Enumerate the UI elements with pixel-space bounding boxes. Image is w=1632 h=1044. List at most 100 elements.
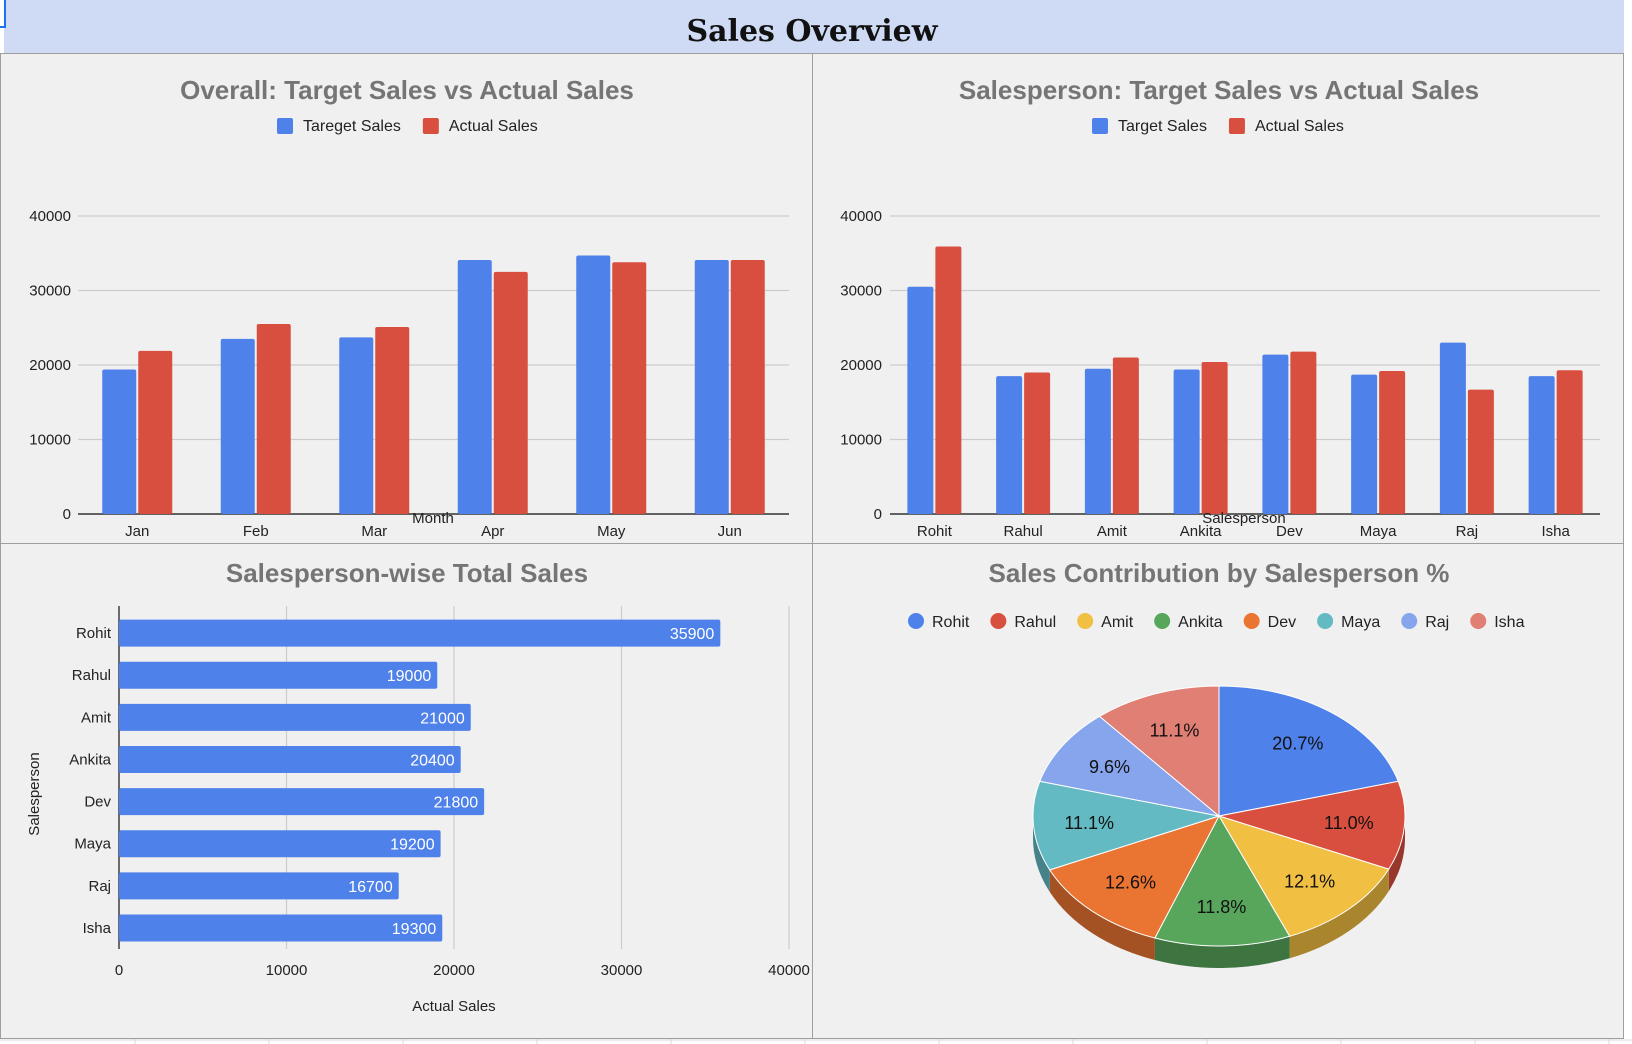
data-label: 16700 (348, 879, 393, 896)
x-tick-label: 30000 (601, 962, 643, 979)
bar-actual-feb[interactable] (256, 324, 291, 514)
x-tick-label: Isha (1541, 523, 1570, 540)
dashboard-title-bar[interactable]: Sales Overview (4, 0, 1624, 54)
bar-total-dev[interactable] (119, 788, 485, 816)
legend-label[interactable]: Tareget Sales (303, 118, 401, 135)
bar-target-feb[interactable] (220, 338, 255, 514)
bar-target-raj[interactable] (1439, 342, 1466, 514)
x-tick-label: Apr (481, 523, 504, 540)
x-tick-label: Rohit (917, 523, 953, 540)
chart-title: Salesperson-wise Total Sales (226, 558, 588, 588)
chart-2-canvas: Salesperson: Target Sales vs Actual Sale… (840, 75, 1600, 540)
legend-swatch (990, 613, 1007, 629)
legend-label[interactable]: Target Sales (1118, 118, 1207, 135)
bar-actual-apr[interactable] (493, 271, 528, 514)
y-tick-label: 40000 (29, 208, 71, 225)
bar-actual-amit[interactable] (1112, 357, 1139, 514)
data-label: 20400 (410, 752, 455, 769)
bar-total-amit[interactable] (119, 703, 471, 731)
bar-actual-jun[interactable] (730, 259, 765, 514)
legend-label[interactable]: Actual Sales (1255, 118, 1344, 135)
bar-target-apr[interactable] (457, 259, 492, 514)
bar-target-may[interactable] (576, 255, 611, 515)
bar-target-rahul[interactable] (996, 376, 1023, 514)
bar-target-isha[interactable] (1528, 376, 1555, 514)
legend-label[interactable]: Raj (1425, 614, 1449, 631)
legend-swatch (1243, 613, 1260, 629)
bar-target-rohit[interactable] (907, 286, 934, 514)
bar-actual-mar[interactable] (375, 327, 410, 514)
data-label: 21000 (420, 710, 465, 727)
pie-value-label: 12.1% (1284, 871, 1335, 891)
bar-actual-ankita[interactable] (1201, 362, 1228, 514)
chart-title: Salesperson: Target Sales vs Actual Sale… (959, 75, 1479, 105)
x-axis-label: Actual Sales (412, 998, 495, 1015)
chart-overall-target-vs-actual[interactable]: Overall: Target Sales vs Actual Sales Ta… (0, 53, 813, 544)
chart-4-canvas: Sales Contribution by Salesperson % Rohi… (908, 558, 1525, 968)
bar-target-ankita[interactable] (1173, 369, 1200, 514)
bar-target-amit[interactable] (1084, 368, 1111, 514)
y-tick-label: 30000 (840, 283, 882, 300)
bar-actual-rahul[interactable] (1024, 372, 1051, 514)
legend-swatch (1092, 118, 1108, 134)
x-tick-label: Rahul (1004, 523, 1043, 540)
bar-target-maya[interactable] (1351, 374, 1378, 514)
legend-swatch (277, 118, 293, 134)
legend-label[interactable]: Ankita (1178, 614, 1223, 631)
y-tick-label: 10000 (29, 432, 71, 449)
chart-salesperson-target-vs-actual[interactable]: Salesperson: Target Sales vs Actual Sale… (812, 53, 1624, 544)
bar-actual-dev[interactable] (1290, 351, 1317, 514)
pie-value-label: 9.6% (1089, 757, 1130, 777)
bar-target-dev[interactable] (1262, 354, 1289, 514)
x-axis-label: Salesperson (1202, 510, 1285, 527)
legend-label[interactable]: Rohit (932, 614, 970, 631)
legend-swatch (908, 613, 924, 629)
x-tick-label: May (597, 523, 626, 540)
legend-label[interactable]: Amit (1101, 614, 1134, 631)
y-tick-label: 20000 (840, 357, 882, 374)
y-tick-label: Ankita (69, 751, 111, 768)
bar-actual-isha[interactable] (1556, 370, 1583, 514)
pie-value-label: 12.6% (1105, 873, 1156, 893)
pie-value-label: 11.8% (1197, 897, 1247, 917)
legend-label[interactable]: Maya (1341, 614, 1380, 631)
bar-actual-jan[interactable] (138, 350, 173, 514)
pie-value-label: 20.7% (1272, 734, 1323, 754)
x-tick-label: 40000 (768, 962, 810, 979)
bar-target-jan[interactable] (102, 369, 137, 514)
x-tick-label: Mar (361, 523, 387, 540)
legend-swatch (1228, 118, 1245, 134)
y-tick-label: 20000 (29, 357, 71, 374)
bar-target-mar[interactable] (339, 337, 374, 514)
bar-actual-raj[interactable] (1467, 389, 1494, 514)
y-tick-label: Rohit (76, 625, 112, 642)
bar-actual-may[interactable] (612, 262, 647, 514)
data-label: 21800 (434, 795, 479, 812)
legend-label[interactable]: Rahul (1014, 614, 1056, 631)
cell-selection-cursor (0, 0, 6, 28)
pie-value-label: 11.1% (1150, 720, 1200, 740)
y-tick-label: 30000 (29, 283, 71, 300)
y-tick-label: 40000 (840, 208, 882, 225)
data-label: 35900 (670, 626, 715, 643)
y-tick-label: 0 (874, 506, 882, 523)
chart-3-canvas: Salesperson-wise Total Sales 35900 19000 2… (26, 558, 810, 1015)
y-tick-label: Rahul (72, 667, 111, 684)
chart-1-canvas: Overall: Target Sales vs Actual Sales Ta… (29, 75, 789, 540)
chart-sales-contribution-pie[interactable]: Sales Contribution by Salesperson % Rohi… (812, 543, 1624, 1039)
chart-salesperson-total-sales[interactable]: Salesperson-wise Total Sales 35900 19000 2… (0, 543, 813, 1039)
bar-actual-rohit[interactable] (935, 246, 962, 515)
legend-swatch (1154, 613, 1171, 629)
bar-target-jun[interactable] (694, 259, 729, 514)
x-tick-label: Amit (1097, 523, 1128, 540)
y-axis-label: Salesperson (26, 752, 43, 835)
legend-label[interactable]: Dev (1268, 614, 1296, 631)
legend-label[interactable]: Isha (1494, 614, 1524, 631)
bar-actual-maya[interactable] (1379, 370, 1406, 514)
legend-swatch (1317, 613, 1334, 629)
legend-swatch (422, 118, 439, 134)
bar-total-rohit[interactable] (119, 619, 721, 647)
chart-title: Overall: Target Sales vs Actual Sales (180, 75, 634, 105)
legend-label[interactable]: Actual Sales (449, 118, 538, 135)
dashboard-title: Sales Overview (686, 14, 938, 49)
